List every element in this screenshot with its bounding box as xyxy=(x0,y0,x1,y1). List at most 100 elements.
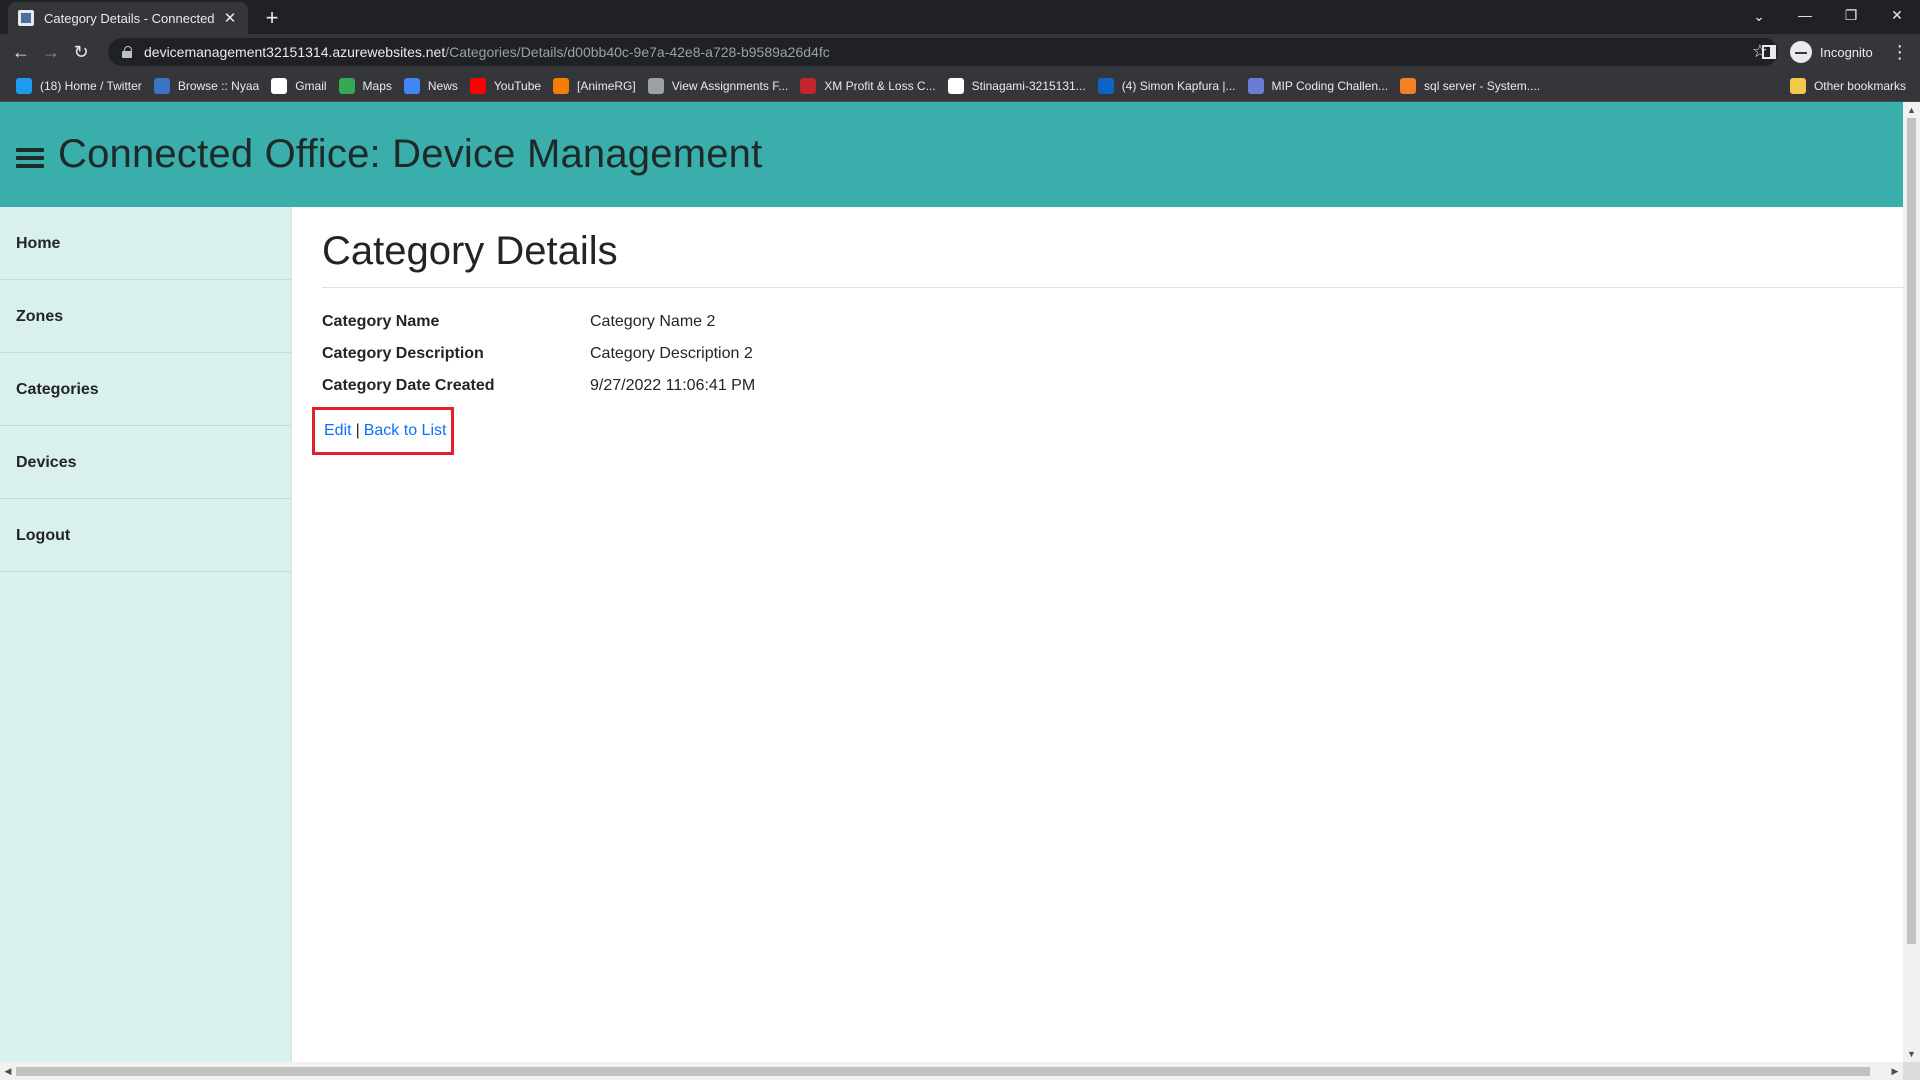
bookmark-label: sql server - System.... xyxy=(1424,78,1541,93)
url-path: /Categories/Details/d00bb40c-9e7a-42e8-a… xyxy=(445,44,830,60)
bookmark-label: MIP Coding Challen... xyxy=(1271,78,1389,93)
scroll-left-arrow-icon[interactable]: ◀ xyxy=(0,1062,16,1080)
sidebar-item-devices[interactable]: Devices xyxy=(0,426,291,499)
globe-icon xyxy=(647,77,664,94)
app-title: Connected Office: Device Management xyxy=(58,132,763,176)
browser-toolbar: ← → ↻ devicemanagement32151314.azurewebs… xyxy=(0,34,1920,70)
lock-icon[interactable] xyxy=(122,46,132,58)
browser-menu-icon[interactable]: ⋮ xyxy=(1891,42,1909,63)
detail-row: Category Description Category Descriptio… xyxy=(322,338,1902,370)
hamburger-menu-icon[interactable] xyxy=(16,147,44,168)
maps-icon xyxy=(338,77,355,94)
page-title: Category Details xyxy=(322,229,618,273)
bookmark-item[interactable]: Maps xyxy=(333,73,398,99)
bookmark-item[interactable]: Browse :: Nyaa xyxy=(148,73,265,99)
category-name-value: Category Name 2 xyxy=(590,313,716,330)
detail-row: Category Name Category Name 2 xyxy=(322,306,1902,338)
other-bookmarks-label: Other bookmarks xyxy=(1813,79,1906,93)
bookmark-item[interactable]: MIP Coding Challen... xyxy=(1242,73,1395,99)
vertical-scrollbar[interactable]: ▲ ▼ xyxy=(1903,102,1920,1062)
page-favicon-icon xyxy=(18,10,34,26)
bookmark-label: XM Profit & Loss C... xyxy=(824,78,936,93)
sidebar-item-home[interactable]: Home xyxy=(0,207,291,280)
blogger-icon xyxy=(553,77,570,94)
horizontal-scroll-thumb[interactable] xyxy=(16,1067,1870,1076)
details-list: Category Name Category Name 2 Category D… xyxy=(322,306,1902,402)
page-viewport: Connected Office: Device Management Home… xyxy=(0,102,1920,1080)
category-date-created-label: Category Date Created xyxy=(322,377,495,394)
news-icon xyxy=(403,77,420,94)
folder-icon xyxy=(1789,78,1806,94)
bookmark-item[interactable]: Stinagami-3215131... xyxy=(942,73,1092,99)
google-icon xyxy=(271,77,288,94)
url-text: devicemanagement32151314.azurewebsites.n… xyxy=(144,44,830,60)
bookmark-item[interactable]: sql server - System.... xyxy=(1394,73,1546,99)
new-tab-button[interactable]: + xyxy=(258,4,286,32)
bookmark-label: News xyxy=(427,78,458,93)
bookmark-label: View Assignments F... xyxy=(671,78,789,93)
sidebar-item-logout[interactable]: Logout xyxy=(0,499,291,572)
bookmark-label: YouTube xyxy=(493,78,542,93)
scrollbar-corner xyxy=(1903,1062,1920,1080)
bookmark-item[interactable]: [AnimeRG] xyxy=(547,73,642,99)
browser-tab-active[interactable]: Category Details - Connected Office ✕ xyxy=(8,2,248,34)
incognito-label: Incognito xyxy=(1820,44,1873,60)
other-bookmarks-folder[interactable]: Other bookmarks xyxy=(1784,73,1912,99)
url-host: devicemanagement32151314.azurewebsites.n… xyxy=(144,44,446,60)
scroll-up-arrow-icon[interactable]: ▲ xyxy=(1903,102,1920,118)
sidebar-item-zones[interactable]: Zones xyxy=(0,280,291,353)
forward-arrow-icon[interactable]: → xyxy=(36,37,66,67)
toolbar-right: Incognito ⋮ xyxy=(1750,34,1909,70)
close-tab-icon[interactable]: ✕ xyxy=(222,9,238,27)
bookmark-label: Stinagami-3215131... xyxy=(971,78,1086,93)
bookmark-item[interactable]: (18) Home / Twitter xyxy=(10,73,148,99)
horizontal-scrollbar[interactable]: ◀ ▶ xyxy=(0,1062,1903,1080)
youtube-icon xyxy=(469,77,486,94)
scroll-down-arrow-icon[interactable]: ▼ xyxy=(1903,1046,1920,1062)
scroll-right-arrow-icon[interactable]: ▶ xyxy=(1887,1062,1903,1080)
window-controls: — ❐ ✕ xyxy=(1782,0,1920,30)
nyaa-icon xyxy=(153,77,170,94)
back-arrow-icon[interactable]: ← xyxy=(6,37,36,67)
sidebar-nav: Home Zones Categories Devices Logout xyxy=(0,207,292,1062)
stackoverflow-icon xyxy=(1400,77,1417,94)
bookmark-item[interactable]: (4) Simon Kapfura |... xyxy=(1092,73,1242,99)
minimize-icon[interactable]: — xyxy=(1782,0,1828,30)
bookmark-item[interactable]: YouTube xyxy=(464,73,547,99)
tab-title: Category Details - Connected Office xyxy=(44,10,214,26)
close-window-icon[interactable]: ✕ xyxy=(1874,0,1920,30)
sidebar-item-categories[interactable]: Categories xyxy=(0,353,291,426)
main-content: Category Details Category Name Category … xyxy=(312,207,1903,455)
category-date-created-value: 9/27/2022 11:06:41 PM xyxy=(590,377,756,394)
bookmarks-bar: (18) Home / Twitter Browse :: Nyaa Gmail Ma… xyxy=(0,70,1920,102)
app-header: Connected Office: Device Management xyxy=(0,102,1903,207)
bookmark-item[interactable]: News xyxy=(398,73,464,99)
back-to-list-link[interactable]: Back to List xyxy=(364,422,447,440)
linkedin-icon xyxy=(1097,77,1114,94)
bookmark-label: Browse :: Nyaa xyxy=(177,78,260,93)
bookmark-item[interactable]: XM Profit & Loss C... xyxy=(794,73,941,99)
bookmark-label: Maps xyxy=(362,78,392,93)
tab-search-chevron-icon[interactable]: ⌄ xyxy=(1746,4,1772,28)
side-panel-icon[interactable] xyxy=(1762,45,1776,59)
category-name-label: Category Name xyxy=(322,313,440,330)
divider xyxy=(322,287,1903,288)
vertical-scroll-thumb[interactable] xyxy=(1907,118,1916,944)
link-separator: | xyxy=(355,422,360,439)
bookmark-label: (4) Simon Kapfura |... xyxy=(1121,78,1236,93)
bookmark-item[interactable]: View Assignments F... xyxy=(642,73,795,99)
edit-link[interactable]: Edit xyxy=(324,422,352,440)
incognito-profile-button[interactable]: Incognito xyxy=(1786,38,1883,66)
bookmark-label: (18) Home / Twitter xyxy=(40,78,142,93)
xm-icon xyxy=(800,77,817,94)
highlighted-actions-box: Edit | Back to List xyxy=(312,407,454,455)
bookmark-label: [AnimeRG] xyxy=(577,78,636,93)
category-description-value: Category Description 2 xyxy=(590,345,753,362)
bookmark-item[interactable]: Gmail xyxy=(265,73,332,99)
address-bar[interactable]: devicemanagement32151314.azurewebsites.n… xyxy=(108,38,1778,66)
bookmark-label: Gmail xyxy=(295,78,327,93)
reload-icon[interactable]: ↻ xyxy=(66,37,96,67)
restore-icon[interactable]: ❐ xyxy=(1828,0,1874,30)
incognito-icon xyxy=(1790,41,1812,63)
mip-icon xyxy=(1247,77,1264,94)
